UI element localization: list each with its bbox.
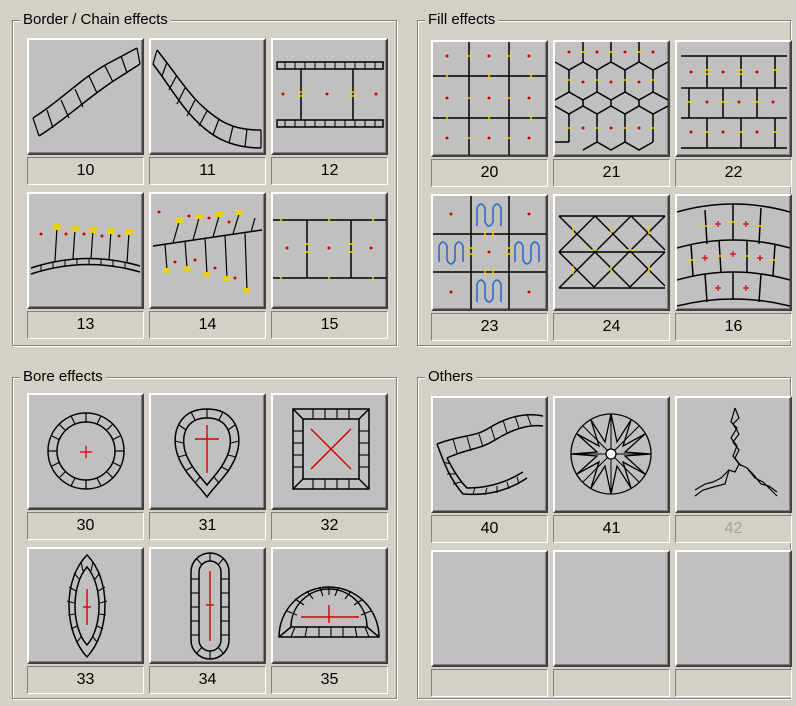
effect-number: 42 (675, 515, 792, 543)
arched-fringe-icon (30, 224, 141, 275)
effect-number: 35 (271, 666, 388, 694)
effect-number: 31 (149, 512, 266, 540)
effect-number: 23 (431, 313, 548, 341)
effect-button[interactable] (149, 38, 266, 155)
effect-tile-10[interactable]: 10 (27, 38, 144, 185)
effect-tile-13[interactable]: 13 (27, 192, 144, 339)
effect-tile-15[interactable]: 15 (271, 192, 388, 339)
effect-button[interactable] (431, 194, 548, 311)
border-chain-title: Border / Chain effects (20, 11, 171, 29)
effect-button[interactable] (27, 192, 144, 309)
grid-panel-icon (273, 218, 386, 280)
effect-button[interactable] (553, 396, 670, 513)
half-circle-bore-icon (278, 586, 380, 638)
effect-tile-11[interactable]: 11 (149, 38, 266, 185)
effect-button[interactable] (675, 396, 792, 513)
empty-tile[interactable] (553, 550, 670, 697)
effect-tile-42[interactable]: 42 (675, 396, 792, 543)
effect-button[interactable] (27, 547, 144, 664)
effect-button[interactable] (27, 38, 144, 155)
effect-tile-31[interactable]: 31 (149, 393, 266, 540)
slanted-fringe-icon (152, 210, 263, 293)
effect-button[interactable] (149, 192, 266, 309)
effect-number: 34 (149, 666, 266, 694)
effect-button[interactable] (431, 40, 548, 157)
effect-tile-21[interactable]: 21 (553, 40, 670, 187)
drop-bore-icon (174, 408, 240, 499)
empty-tile[interactable] (431, 550, 548, 697)
oval-bore-icon (190, 552, 230, 660)
wave-grid-icon (433, 196, 546, 309)
effect-button[interactable] (675, 40, 792, 157)
arc-grid-icon (677, 203, 790, 307)
rail-chain-icon (276, 61, 384, 128)
empty-tile[interactable] (675, 550, 792, 697)
effect-button[interactable] (675, 194, 792, 311)
effect-tile-40[interactable]: 40 (431, 396, 548, 543)
effect-number: 14 (149, 311, 266, 339)
effect-number: 30 (27, 512, 144, 540)
effect-number: 41 (553, 515, 670, 543)
effect-number (431, 669, 548, 697)
effect-button[interactable] (553, 40, 670, 157)
effect-number: 21 (553, 159, 670, 187)
empty-button[interactable] (675, 550, 792, 667)
diagonal-chain-icon (32, 47, 141, 137)
square-bore-icon (292, 408, 370, 490)
effect-number: 20 (431, 159, 548, 187)
effect-tile-33[interactable]: 33 (27, 547, 144, 694)
effect-tile-14[interactable]: 14 (149, 192, 266, 339)
empty-button[interactable] (431, 550, 548, 667)
effect-number (675, 669, 792, 697)
effect-number: 32 (271, 512, 388, 540)
effect-button[interactable] (271, 192, 388, 309)
effect-tile-24[interactable]: 24 (553, 194, 670, 341)
effect-tile-20[interactable]: 20 (431, 40, 548, 187)
effect-button[interactable] (431, 396, 548, 513)
effect-number: 24 (553, 313, 670, 341)
effect-number: 13 (27, 311, 144, 339)
star-wheel-icon (570, 413, 652, 495)
effect-button[interactable] (271, 38, 388, 155)
effect-number (553, 669, 670, 697)
effect-number: 11 (149, 157, 266, 185)
round-bore-icon (47, 412, 125, 490)
effect-button[interactable] (271, 547, 388, 664)
effect-tile-22[interactable]: 22 (675, 40, 792, 187)
curved-chain-icon (152, 49, 262, 149)
effect-button[interactable] (27, 393, 144, 510)
empty-button[interactable] (553, 550, 670, 667)
effect-number: 15 (271, 311, 388, 339)
effect-button[interactable] (553, 194, 670, 311)
effect-button[interactable] (149, 547, 266, 664)
effect-number: 12 (271, 157, 388, 185)
effect-number: 40 (431, 515, 548, 543)
ribbon-icon (436, 413, 544, 496)
hexagon-grid-icon (555, 42, 668, 151)
effect-tile-35[interactable]: 35 (271, 547, 388, 694)
effect-tile-34[interactable]: 34 (149, 547, 266, 694)
effect-number: 16 (675, 313, 792, 341)
effect-tile-32[interactable]: 32 (271, 393, 388, 540)
diamond-lattice-icon (558, 215, 666, 289)
crack-icon (694, 407, 778, 497)
effect-button[interactable] (149, 393, 266, 510)
eye-bore-icon (66, 553, 108, 659)
effect-tile-30[interactable]: 30 (27, 393, 144, 540)
effect-button[interactable] (271, 393, 388, 510)
effect-tile-16[interactable]: 16 (675, 194, 792, 341)
square-grid-icon (433, 42, 546, 155)
effect-tile-41[interactable]: 41 (553, 396, 670, 543)
effect-number: 10 (27, 157, 144, 185)
others-title: Others (425, 368, 477, 386)
effect-number: 33 (27, 666, 144, 694)
brick-grid-icon (681, 55, 787, 149)
fill-effects-title: Fill effects (425, 11, 499, 29)
effect-tile-12[interactable]: 12 (271, 38, 388, 185)
effect-number: 22 (675, 159, 792, 187)
bore-effects-title: Bore effects (20, 368, 106, 386)
effect-tile-23[interactable]: 23 (431, 194, 548, 341)
